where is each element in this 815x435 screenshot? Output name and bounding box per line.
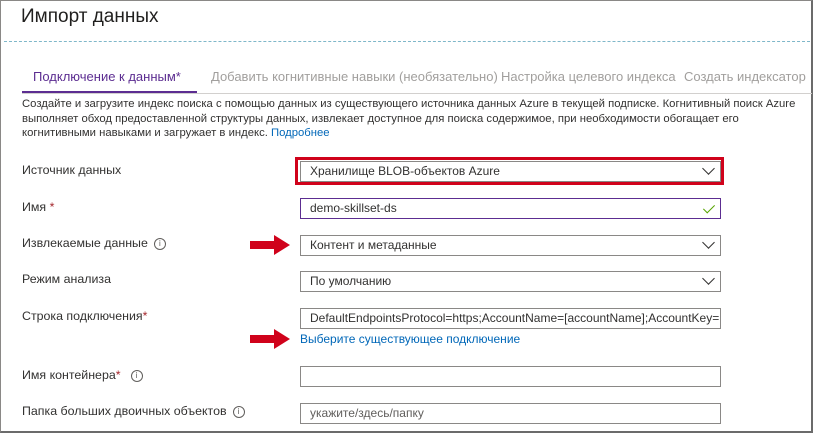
red-arrow-icon <box>250 329 290 349</box>
extract-label-text: Извлекаемые данные <box>22 236 148 250</box>
page-title: Импорт данных <box>21 6 159 27</box>
info-icon[interactable]: i <box>232 406 245 418</box>
required-star: * <box>175 69 181 84</box>
required-star: * <box>49 200 55 214</box>
connection-string-input[interactable]: DefaultEndpointsProtocol=https;AccountNa… <box>300 308 721 329</box>
tab-label: Подключение к данным <box>33 69 176 84</box>
data-source-label: Источник данных <box>22 163 122 177</box>
parse-mode-label: Режим анализа <box>22 272 111 286</box>
wizard-tabs: Подключение к данным* Добавить когнитивн… <box>22 69 812 93</box>
name-input[interactable]: demo-skillset-ds <box>300 198 721 219</box>
info-icon[interactable]: i <box>130 370 143 382</box>
blob-folder-label-text: Папка больших двоичных объектов <box>22 404 227 418</box>
tab-connect-data[interactable]: Подключение к данным* <box>33 69 181 84</box>
tab-add-skills[interactable]: Добавить когнитивные навыки (необязатель… <box>211 69 498 84</box>
info-icon[interactable]: i <box>153 238 166 250</box>
connection-value: DefaultEndpointsProtocol=https;AccountNa… <box>310 311 720 325</box>
chevron-down-icon <box>702 272 715 285</box>
required-star: * <box>115 368 121 382</box>
parse-mode-value: По умолчанию <box>310 274 392 288</box>
blob-folder-input[interactable]: укажите/здесь/папку <box>300 403 721 424</box>
blob-folder-placeholder: укажите/здесь/папку <box>310 406 424 420</box>
container-label-text: Имя контейнера <box>22 368 116 382</box>
choose-connection-link[interactable]: Выберите существующее подключение <box>300 332 520 346</box>
connection-label: Строка подключения* <box>22 309 147 323</box>
blob-folder-label: Папка больших двоичных объектов i <box>22 404 245 418</box>
description-text: Создайте и загрузите индекс поиска с пом… <box>22 98 796 140</box>
red-arrow-icon <box>250 235 290 255</box>
name-value: demo-skillset-ds <box>310 201 397 215</box>
learn-more-link[interactable]: Подробнее <box>271 127 330 139</box>
name-label-text: Имя <box>22 200 47 214</box>
description: Создайте и загрузите индекс поиска с пом… <box>22 97 797 141</box>
connection-label-text: Строка подключения <box>22 309 143 323</box>
tab-target-index[interactable]: Настройка целевого индекса <box>501 69 676 84</box>
tabs-divider <box>22 93 812 94</box>
header-divider <box>4 41 810 42</box>
extract-label: Извлекаемые данные i <box>22 236 166 250</box>
chevron-down-icon <box>702 236 715 249</box>
extract-value: Контент и метаданные <box>310 238 437 252</box>
checkmark-icon <box>702 201 716 214</box>
required-star: * <box>142 309 148 323</box>
container-label: Имя контейнера* i <box>22 368 143 382</box>
extract-select[interactable]: Контент и метаданные <box>300 235 721 256</box>
parse-mode-select[interactable]: По умолчанию <box>300 271 721 292</box>
name-label: Имя * <box>22 200 54 214</box>
container-name-input[interactable] <box>300 366 721 387</box>
tab-create-indexer[interactable]: Создать индексатор <box>684 69 806 84</box>
highlight-box <box>295 157 724 185</box>
